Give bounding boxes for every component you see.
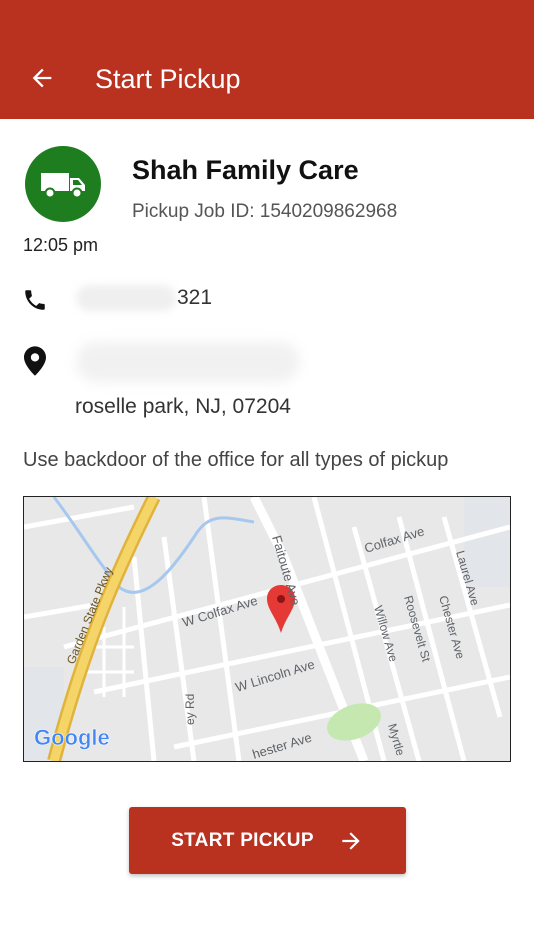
location-pin-icon xyxy=(24,346,46,376)
pickup-note: Use backdoor of the office for all types… xyxy=(23,449,449,471)
back-button[interactable] xyxy=(22,58,62,98)
phone-row-icon xyxy=(22,285,48,315)
address-city-line: roselle park, NJ, 07204 xyxy=(75,395,291,418)
customer-name: Shah Family Care xyxy=(132,155,359,185)
address-row-icon xyxy=(22,346,48,376)
google-logo: Google xyxy=(34,725,110,750)
phone-number-redacted xyxy=(76,285,176,311)
app-bar: Start Pickup xyxy=(0,0,534,119)
phone-number[interactable]: 321 xyxy=(177,286,212,310)
truck-icon xyxy=(41,173,85,199)
pickup-time: 12:05 pm xyxy=(23,235,99,255)
street-address-redacted xyxy=(76,342,300,382)
map-view[interactable]: Colfax Ave W Colfax Ave W Lincoln Ave Fa… xyxy=(23,496,511,762)
start-pickup-label: START PICKUP xyxy=(171,829,314,851)
arrow-forward-icon xyxy=(342,831,360,850)
start-pickup-button[interactable]: START PICKUP xyxy=(129,807,406,874)
avatar xyxy=(25,146,101,222)
map-label-ey-rd: ey Rd xyxy=(183,694,197,725)
pickup-job-id: Pickup Job ID: 1540209862968 xyxy=(132,201,398,222)
phone-icon xyxy=(25,290,45,310)
page-title: Start Pickup xyxy=(95,64,241,94)
arrow-back-icon xyxy=(32,68,52,88)
